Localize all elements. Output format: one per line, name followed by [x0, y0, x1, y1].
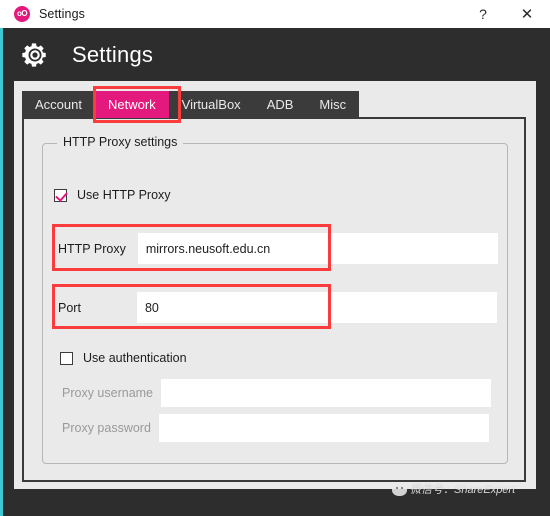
port-label: Port [58, 300, 81, 315]
window-title: Settings [39, 7, 85, 21]
http-proxy-input[interactable]: mirrors.neusoft.edu.cn [137, 233, 498, 264]
tab-bar: Account Network VirtualBox ADB Misc [22, 91, 360, 118]
window-controls: ? ✕ [462, 0, 550, 28]
use-http-proxy-row[interactable]: Use HTTP Proxy [54, 188, 171, 202]
watermark: 微信号：ShareExpert [392, 481, 515, 497]
watermark-text: 微信号：ShareExpert [410, 484, 516, 496]
tab-account[interactable]: Account [22, 91, 95, 118]
use-http-proxy-checkbox[interactable] [54, 188, 67, 202]
http-proxy-settings-group-title: HTTP Proxy settings [57, 135, 184, 149]
proxy-password-input[interactable] [158, 413, 489, 442]
proxy-password-row: Proxy password [62, 411, 489, 444]
http-proxy-label: HTTP Proxy [58, 241, 126, 256]
page-header: Settings [20, 32, 153, 78]
gear-icon [22, 43, 46, 67]
app-logo-icon: oO [14, 6, 30, 22]
use-authentication-checkbox[interactable] [60, 351, 73, 365]
window-titlebar: oO Settings ? ✕ [0, 0, 550, 28]
use-authentication-row[interactable]: Use authentication [60, 351, 187, 365]
use-authentication-label: Use authentication [83, 351, 187, 365]
help-button[interactable]: ? [462, 0, 504, 28]
tab-virtualbox[interactable]: VirtualBox [168, 91, 254, 118]
wechat-icon [392, 482, 407, 496]
proxy-password-label: Proxy password [62, 420, 151, 435]
http-proxy-row: HTTP Proxy mirrors.neusoft.edu.cn [58, 232, 498, 265]
settings-window: oO Settings ? ✕ Settings Account Network… [0, 0, 550, 516]
tab-network[interactable]: Network [94, 91, 169, 118]
proxy-username-row: Proxy username [62, 376, 492, 409]
proxy-username-input[interactable] [161, 378, 492, 407]
port-row: Port 80 [58, 291, 497, 324]
use-http-proxy-label: Use HTTP Proxy [77, 188, 171, 202]
page-title: Settings [72, 42, 154, 67]
tab-adb[interactable]: ADB [253, 91, 307, 118]
port-input[interactable]: 80 [136, 292, 497, 323]
left-accent-stripe [0, 28, 3, 516]
tab-misc[interactable]: Misc [306, 91, 360, 118]
proxy-username-label: Proxy username [62, 385, 154, 400]
close-icon[interactable]: ✕ [504, 0, 550, 28]
